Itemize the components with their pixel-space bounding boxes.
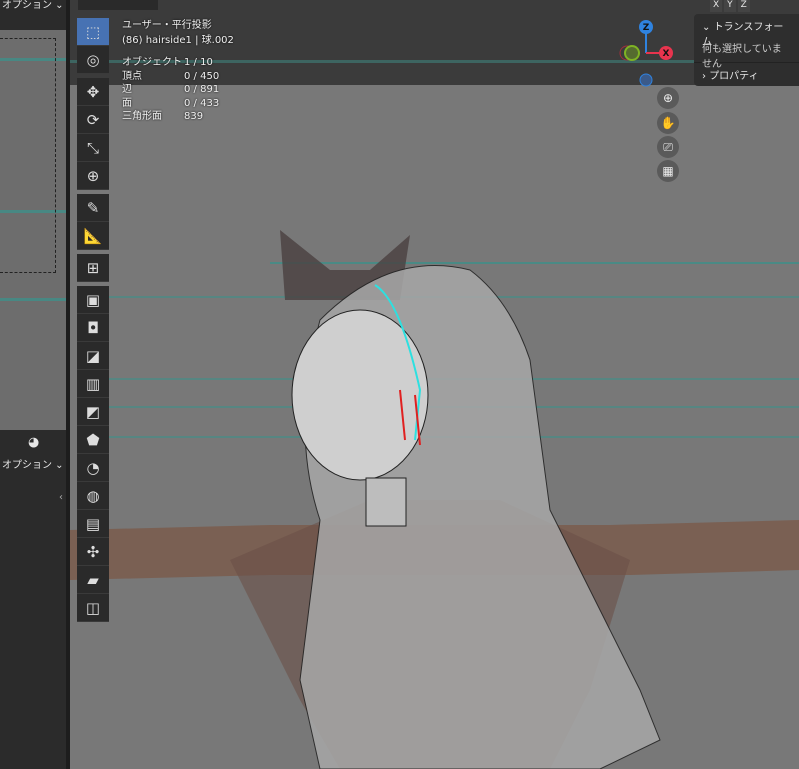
stat-value: 1 / 10 <box>184 57 213 68</box>
stats-overlay: オブジェクト 1 / 10 頂点 0 / 450 辺 0 / 891 面 0 / 433… <box>122 56 244 124</box>
stat-value: 0 / 433 <box>184 97 220 109</box>
hand-pan-icon[interactable]: ✋ <box>657 112 679 134</box>
move-icon: ✥ <box>86 82 100 101</box>
stat-label: 面 <box>122 97 132 109</box>
toolbar: ⬚ ◎ ✥ ⟳ ⤡ ⊕ ✎ 📐 ⊞ ▣ ◘ ◪ ▥ ◩ ⬟ ◔ ◍ ▤ ✣ ▰ ◫ <box>77 18 109 622</box>
object-name: (86) hairside1 | 球.002 <box>122 35 234 46</box>
stat-label: 頂点 <box>122 70 142 82</box>
tool-rotate[interactable]: ⟳ <box>77 106 109 134</box>
tool-shrink-fatten[interactable]: ✣ <box>77 538 109 566</box>
shading-icon[interactable]: ◕ <box>28 435 39 450</box>
tool-bevel[interactable]: ◪ <box>77 342 109 370</box>
tool-knife[interactable]: ◩ <box>77 398 109 426</box>
cursor-icon: ◎ <box>86 50 100 69</box>
add-cube-icon: ⊞ <box>86 258 100 277</box>
tool-add-cube[interactable]: ⊞ <box>77 254 109 282</box>
scale-icon: ⤡ <box>86 138 99 157</box>
tool-smooth[interactable]: ◍ <box>77 482 109 510</box>
select-mode-buttons[interactable] <box>78 0 158 10</box>
tool-move[interactable]: ✥ <box>77 78 109 106</box>
left-options-menu[interactable]: オプション ⌄ <box>0 0 66 14</box>
tool-annotate[interactable]: ✎ <box>77 194 109 222</box>
left-lower-options-menu[interactable]: オプション ⌄ <box>0 456 64 471</box>
left-shading-header: ◕ <box>0 432 66 454</box>
stat-value: 0 / 450 <box>184 70 220 82</box>
axis-y-button[interactable]: Y <box>724 0 736 12</box>
sidebar-panel: ⌄ トランスフォーム 何も選択していません › プロパティ <box>694 14 799 86</box>
stat-value: 839 <box>184 111 204 122</box>
chevron-down-icon: ⌄ <box>702 22 714 33</box>
stat-label: 三角形面 <box>122 111 162 122</box>
gizmo-x-label: X <box>663 49 670 59</box>
transform-icon: ⊕ <box>86 166 100 185</box>
tool-select-box[interactable]: ⬚ <box>77 18 109 46</box>
tool-cursor[interactable]: ◎ <box>77 46 109 74</box>
rotate-icon: ⟳ <box>86 110 100 129</box>
stat-label: オブジェクト <box>122 57 182 68</box>
tool-loop-cut[interactable]: ▥ <box>77 370 109 398</box>
tool-inset-faces[interactable]: ◘ <box>77 314 109 342</box>
tool-shear[interactable]: ▰ <box>77 566 109 594</box>
tool-transform[interactable]: ⊕ <box>77 162 109 190</box>
tool-edge-slide[interactable]: ▤ <box>77 510 109 538</box>
axis-toggle-group: X Y Z <box>710 0 750 12</box>
head-mesh <box>291 309 429 481</box>
poly-build-icon: ⬟ <box>86 430 100 449</box>
measure-icon: 📐 <box>83 226 103 245</box>
tool-poly-build[interactable]: ⬟ <box>77 426 109 454</box>
loop-cut-icon: ▥ <box>85 374 101 393</box>
stat-label: 辺 <box>122 84 132 95</box>
left-viewport[interactable] <box>0 30 66 430</box>
shear-icon: ▰ <box>87 570 99 589</box>
properties-label: プロパティ <box>709 71 759 82</box>
tool-spin[interactable]: ◔ <box>77 454 109 482</box>
spin-icon: ◔ <box>86 458 100 477</box>
select-box-icon: ⬚ <box>85 22 101 41</box>
rip-region-icon: ◫ <box>85 598 101 617</box>
axis-z-button[interactable]: Z <box>737 0 750 12</box>
edge-slide-icon: ▤ <box>85 514 101 533</box>
gizmo-y[interactable] <box>624 45 640 61</box>
inset-faces-icon: ◘ <box>87 318 99 337</box>
tool-measure[interactable]: 📐 <box>77 222 109 250</box>
knife-icon: ◩ <box>85 402 101 421</box>
neck-mesh <box>365 477 407 527</box>
stat-value: 0 / 891 <box>184 84 220 95</box>
tool-extrude-region[interactable]: ▣ <box>77 286 109 314</box>
camera-frame <box>0 38 56 273</box>
gizmo-neg-z[interactable] <box>639 73 653 87</box>
bevel-icon: ◪ <box>85 346 101 365</box>
collapse-toolbar-icon[interactable]: ‹ <box>59 492 63 503</box>
navigation-gizmo[interactable]: Z X <box>615 18 685 88</box>
3d-viewport[interactable]: ユーザー・平行投影 (86) hairside1 | 球.002 オブジェクト 1… <box>70 0 799 769</box>
shrink-fatten-icon: ✣ <box>86 542 100 561</box>
annotate-icon: ✎ <box>86 198 100 217</box>
camera-icon[interactable]: ⎚ <box>657 136 679 158</box>
extrude-region-icon: ▣ <box>85 290 101 309</box>
zoom-icon[interactable]: ⊕ <box>657 87 679 109</box>
tool-rip-region[interactable]: ◫ <box>77 594 109 622</box>
smooth-icon: ◍ <box>86 486 100 505</box>
axis-x-button[interactable]: X <box>710 0 723 12</box>
view-name: ユーザー・平行投影 <box>122 20 212 31</box>
transform-panel-header[interactable]: ⌄ トランスフォーム <box>694 14 799 48</box>
grid-icon[interactable]: ▦ <box>657 160 679 182</box>
tool-scale[interactable]: ⤡ <box>77 134 109 162</box>
gizmo-z-label: Z <box>643 23 650 33</box>
